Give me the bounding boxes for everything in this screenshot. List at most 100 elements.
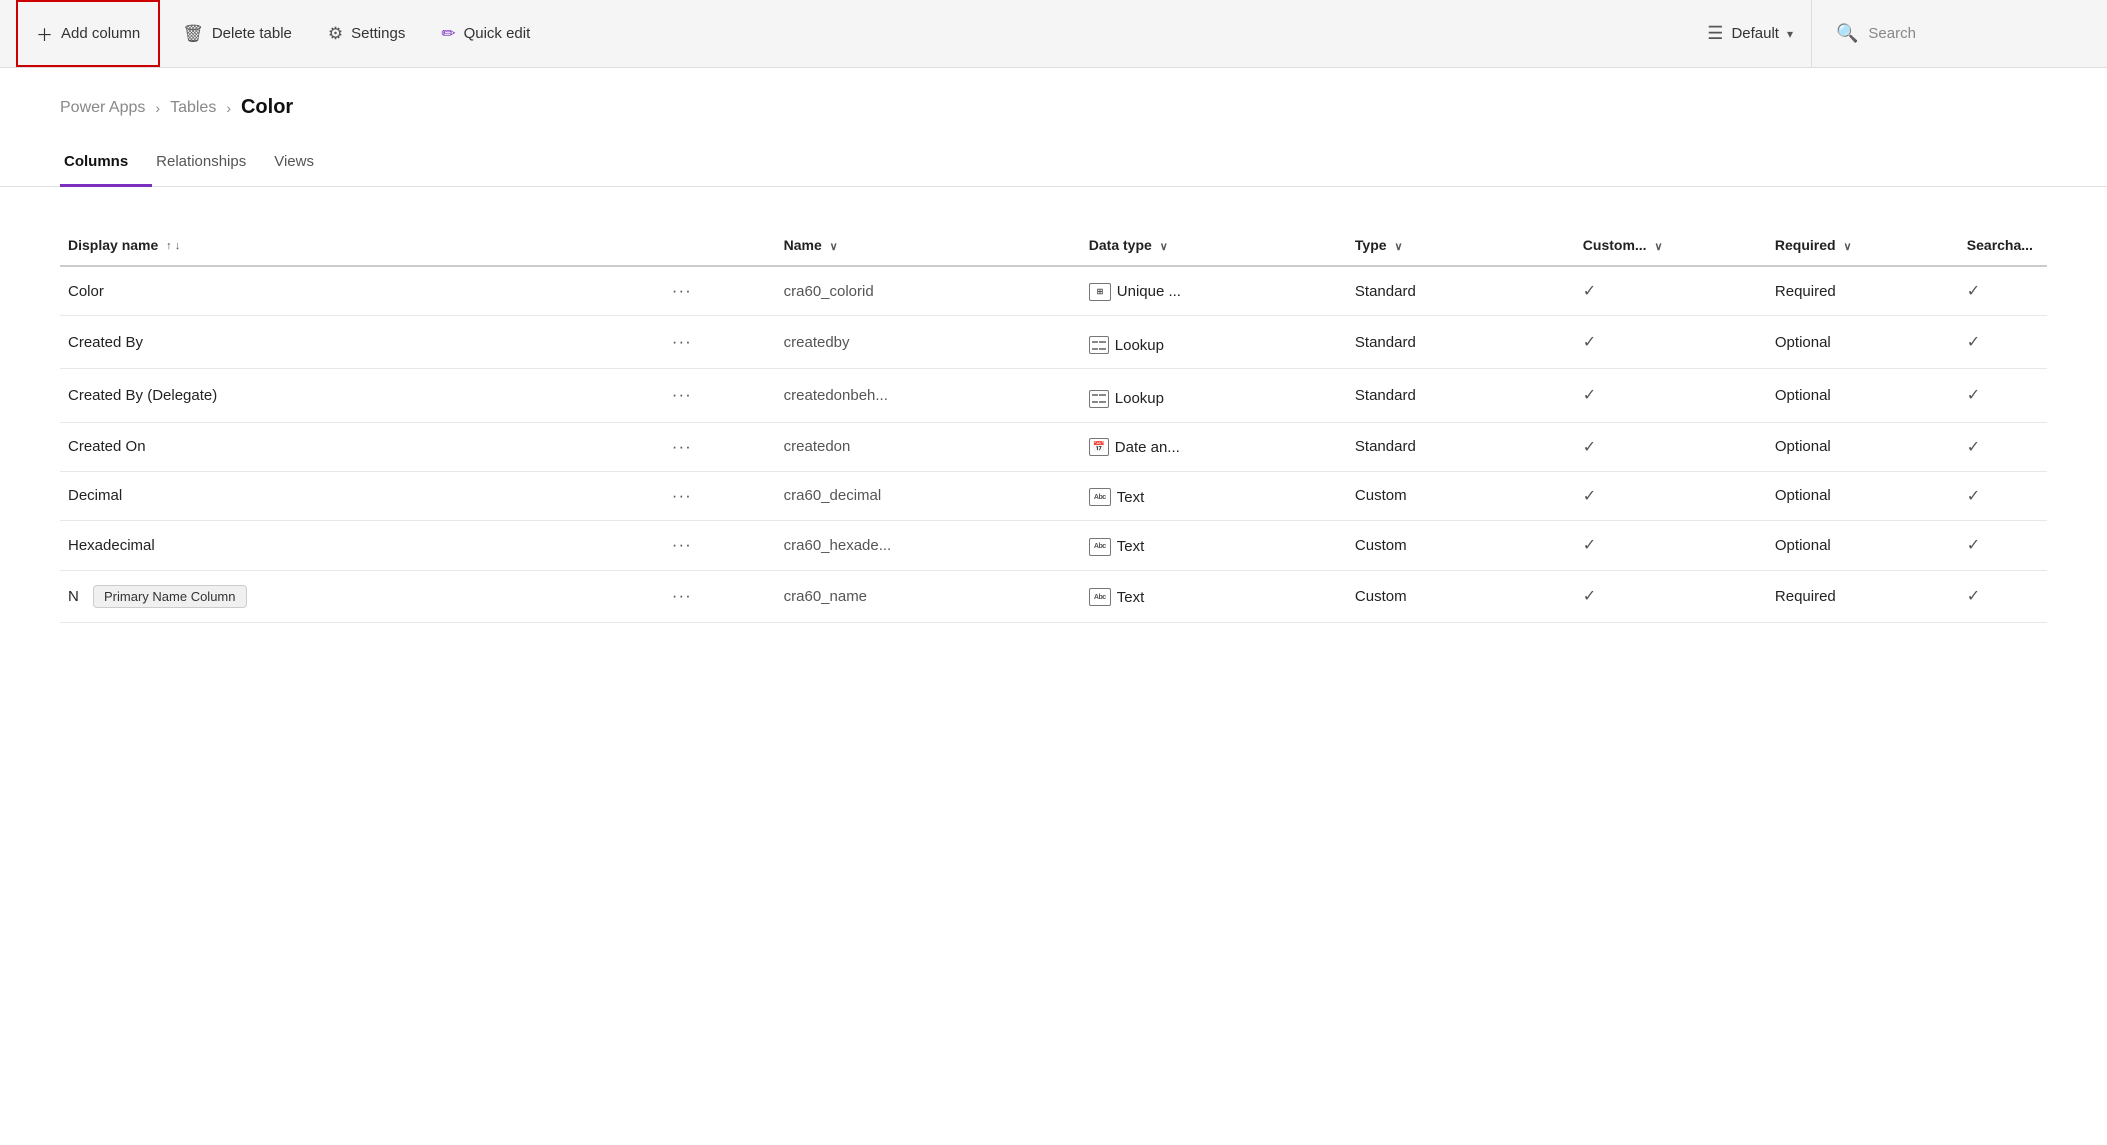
breadcrumb: Power Apps › Tables › Color: [0, 68, 2107, 129]
cell-data-type: ⊞ Unique ...: [1081, 266, 1347, 316]
data-type-label: Lookup: [1115, 337, 1164, 354]
more-options-button[interactable]: ···: [666, 383, 698, 407]
th-type[interactable]: Type ∨: [1347, 227, 1575, 266]
breadcrumb-current: Color: [241, 96, 293, 119]
data-type-label: Date an...: [1115, 439, 1180, 456]
data-type-icon: ⊞ Unique ...: [1089, 283, 1181, 301]
cell-data-type: 📅 Date an...: [1081, 422, 1347, 471]
table-row: N Primary Name Column ··· cra60_name Abc…: [60, 570, 2047, 622]
tab-columns[interactable]: Columns: [60, 141, 152, 187]
cell-required: Required: [1767, 570, 1959, 622]
menu-icon: ☰: [1707, 23, 1723, 44]
searchable-check-icon: ✓: [1967, 488, 1980, 505]
display-name-text: Created By (Delegate): [68, 387, 217, 404]
pencil-icon: ✏: [441, 24, 455, 44]
search-icon: 🔍: [1836, 23, 1858, 44]
cell-more[interactable]: ···: [662, 369, 776, 422]
cell-display-name: Decimal: [60, 471, 662, 521]
cell-type: Standard: [1347, 266, 1575, 316]
data-type-label: Lookup: [1115, 390, 1164, 407]
chevron-down-icon: ▾: [1787, 27, 1793, 41]
chevron-name: ∨: [830, 241, 838, 253]
breadcrumb-sep-1: ›: [155, 100, 160, 116]
cell-type: Custom: [1347, 471, 1575, 521]
cell-type: Custom: [1347, 521, 1575, 571]
cell-more[interactable]: ···: [662, 570, 776, 622]
cell-custom: ✓: [1575, 471, 1767, 521]
quick-edit-button[interactable]: ✏ Quick edit: [423, 0, 548, 67]
cell-display-name: Created By: [60, 316, 662, 369]
table-row: Created By (Delegate) ··· createdonbeh..…: [60, 369, 2047, 422]
cell-required: Optional: [1767, 471, 1959, 521]
searchable-check-icon: ✓: [1967, 283, 1980, 300]
breadcrumb-power-apps[interactable]: Power Apps: [60, 99, 145, 117]
custom-check-icon: ✓: [1583, 439, 1596, 456]
cell-custom: ✓: [1575, 266, 1767, 316]
th-name[interactable]: Name ∨: [776, 227, 1081, 266]
data-type-label: Text: [1117, 538, 1145, 555]
primary-name-badge: Primary Name Column: [93, 585, 246, 608]
settings-label: Settings: [351, 25, 405, 42]
settings-button[interactable]: ⚙ Settings: [310, 0, 423, 67]
cell-custom: ✓: [1575, 422, 1767, 471]
columns-table: Display name ↑ ↓ Name ∨ Data type ∨ Type…: [60, 227, 2047, 623]
more-options-button[interactable]: ···: [666, 330, 698, 354]
cell-data-type: Abc Text: [1081, 521, 1347, 571]
display-name-text: Created On: [68, 438, 146, 455]
more-options-button[interactable]: ···: [666, 279, 698, 303]
cell-more[interactable]: ···: [662, 316, 776, 369]
default-view-button[interactable]: ☰ Default ▾: [1689, 0, 1811, 67]
more-options-button[interactable]: ···: [666, 484, 698, 508]
searchable-check-icon: ✓: [1967, 334, 1980, 351]
cell-more[interactable]: ···: [662, 471, 776, 521]
cell-name: createdby: [776, 316, 1081, 369]
add-column-button[interactable]: ＋ Add column: [16, 0, 160, 67]
cell-data-type: Abc Text: [1081, 471, 1347, 521]
cell-required: Optional: [1767, 316, 1959, 369]
th-actions: [662, 227, 776, 266]
cell-name: cra60_decimal: [776, 471, 1081, 521]
th-required[interactable]: Required ∨: [1767, 227, 1959, 266]
cell-searchable: ✓: [1959, 369, 2047, 422]
custom-check-icon: ✓: [1583, 537, 1596, 554]
cell-searchable: ✓: [1959, 316, 2047, 369]
cell-type: Standard: [1347, 422, 1575, 471]
cell-more[interactable]: ···: [662, 521, 776, 571]
quick-edit-label: Quick edit: [464, 25, 531, 42]
more-options-button[interactable]: ···: [666, 435, 698, 459]
cell-type: Standard: [1347, 369, 1575, 422]
more-options-button[interactable]: ···: [666, 533, 698, 557]
chevron-custom: ∨: [1654, 241, 1662, 253]
cell-display-name: Hexadecimal: [60, 521, 662, 571]
display-name-text: N: [68, 588, 79, 605]
custom-check-icon: ✓: [1583, 588, 1596, 605]
tab-relationships[interactable]: Relationships: [152, 141, 270, 187]
data-type-icon: 📅 Date an...: [1089, 438, 1180, 456]
cell-searchable: ✓: [1959, 521, 2047, 571]
delete-table-label: Delete table: [212, 25, 292, 42]
cell-display-name: Created By (Delegate): [60, 369, 662, 422]
th-custom[interactable]: Custom... ∨: [1575, 227, 1767, 266]
cell-custom: ✓: [1575, 316, 1767, 369]
th-searchable[interactable]: Searcha...: [1959, 227, 2047, 266]
trash-icon: 🗑: [182, 24, 204, 44]
searchable-check-icon: ✓: [1967, 387, 1980, 404]
add-column-label: Add column: [61, 25, 140, 42]
cell-more[interactable]: ···: [662, 266, 776, 316]
cell-more[interactable]: ···: [662, 422, 776, 471]
cell-data-type: Lookup: [1081, 369, 1347, 422]
tab-views[interactable]: Views: [270, 141, 338, 187]
breadcrumb-sep-2: ›: [226, 100, 231, 116]
default-label: Default: [1731, 25, 1779, 42]
table-row: Created By ··· createdby Lookup Standard…: [60, 316, 2047, 369]
display-name-text: Hexadecimal: [68, 537, 155, 554]
delete-table-button[interactable]: 🗑 Delete table: [164, 0, 310, 67]
cell-searchable: ✓: [1959, 471, 2047, 521]
th-display-name[interactable]: Display name ↑ ↓: [60, 227, 662, 266]
th-data-type[interactable]: Data type ∨: [1081, 227, 1347, 266]
breadcrumb-tables[interactable]: Tables: [170, 99, 216, 117]
search-area[interactable]: 🔍 Search: [1811, 0, 2091, 67]
cell-data-type: Lookup: [1081, 316, 1347, 369]
data-type-icon: Lookup: [1089, 390, 1164, 408]
more-options-button[interactable]: ···: [666, 584, 698, 608]
